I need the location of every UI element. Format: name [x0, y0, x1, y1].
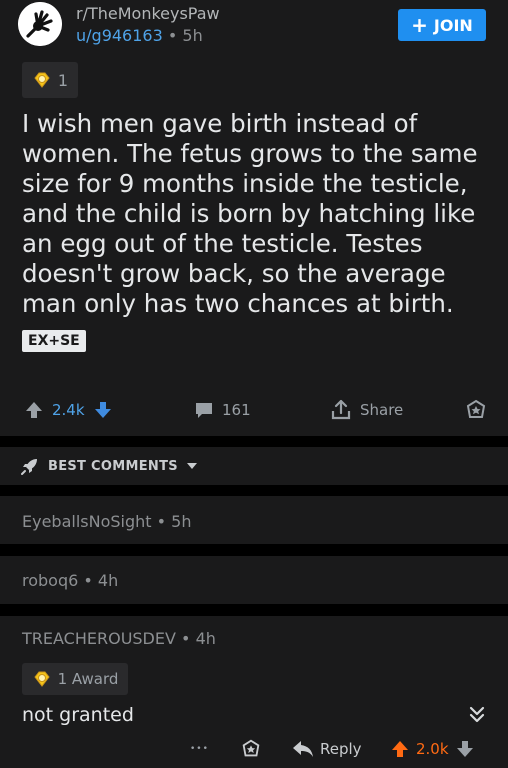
comment-author[interactable]: roboq6 — [22, 571, 78, 590]
join-button[interactable]: + JOIN — [398, 9, 486, 41]
comment-age: 4h — [195, 629, 216, 648]
award-outline-icon — [466, 399, 486, 418]
award-icon — [34, 72, 50, 88]
comment-age: 4h — [97, 571, 119, 590]
comment-award-label: 1 Award — [57, 670, 119, 688]
monkey-paw-icon — [18, 2, 62, 46]
post-meta: u/g946163 • 5h — [76, 26, 203, 45]
comment-vote-group: 2.0k — [390, 738, 475, 760]
collapse-chevrons-icon[interactable] — [466, 704, 488, 726]
upvote-arrow-icon[interactable] — [24, 400, 44, 420]
post-flair[interactable]: EX+SE — [22, 330, 86, 352]
vote-group: 2.4k — [24, 397, 113, 423]
upvote-arrow-icon[interactable] — [390, 739, 410, 759]
post-award-badge[interactable]: 1 — [22, 62, 78, 98]
comment-meta: roboq6 • 4h — [22, 571, 118, 590]
award-icon — [33, 671, 50, 687]
subreddit-name[interactable]: r/TheMonkeysPaw — [76, 4, 220, 23]
join-label: JOIN — [433, 15, 473, 35]
meta-separator: • — [181, 629, 191, 648]
upvote-count: 2.4k — [52, 401, 85, 419]
downvote-arrow-icon[interactable] — [455, 739, 475, 759]
more-options-icon: ••• — [190, 744, 209, 754]
collapsed-comment[interactable]: roboq6 • 4h — [0, 556, 508, 604]
comments-button[interactable]: 161 — [194, 397, 251, 423]
share-icon — [331, 399, 351, 420]
post-title[interactable]: I wish men gave birth instead of women. … — [22, 109, 492, 319]
more-options-button[interactable]: ••• — [190, 738, 209, 760]
sort-label: BEST COMMENTS — [48, 458, 178, 474]
comment-author[interactable]: EyeballsNoSight — [22, 512, 152, 531]
comment-score: 2.0k — [416, 740, 449, 758]
comment-body: not granted — [22, 704, 134, 726]
caret-down-icon — [186, 463, 197, 469]
downvote-arrow-icon[interactable] — [93, 400, 113, 420]
plus-icon: + — [411, 13, 428, 37]
comment-age: 5h — [171, 512, 192, 531]
comment-author[interactable]: TREACHEROUSDEV — [22, 629, 176, 648]
comment-award-badge[interactable]: 1 Award — [22, 663, 128, 695]
award-outline-icon — [242, 739, 260, 757]
share-button[interactable]: Share — [330, 397, 403, 423]
post-age: 5h — [182, 26, 203, 45]
award-count: 1 — [57, 70, 69, 90]
reply-label: Reply — [320, 740, 362, 758]
comment-bubble-icon — [196, 403, 212, 418]
share-label: Share — [360, 401, 404, 419]
comment-count: 161 — [222, 401, 251, 419]
post-card: r/TheMonkeysPaw u/g946163 • 5h + JOIN 1 … — [0, 0, 508, 436]
comment-meta: EyeballsNoSight • 5h — [22, 512, 192, 531]
collapsed-comment[interactable]: EyeballsNoSight • 5h — [0, 496, 508, 544]
comment-sort-dropdown[interactable]: BEST COMMENTS — [0, 447, 508, 485]
username-link[interactable]: u/g946163 — [76, 26, 163, 45]
meta-separator: • — [167, 26, 178, 45]
meta-separator: • — [156, 512, 167, 531]
give-award-button[interactable] — [464, 397, 488, 423]
give-award-button[interactable] — [240, 738, 262, 760]
comment-meta: TREACHEROUSDEV • 4h — [22, 629, 216, 648]
subreddit-avatar[interactable] — [18, 2, 62, 46]
rocket-icon — [21, 459, 37, 475]
meta-separator: • — [83, 571, 93, 590]
reply-button[interactable]: Reply — [292, 738, 362, 760]
reply-arrow-icon — [293, 741, 313, 757]
